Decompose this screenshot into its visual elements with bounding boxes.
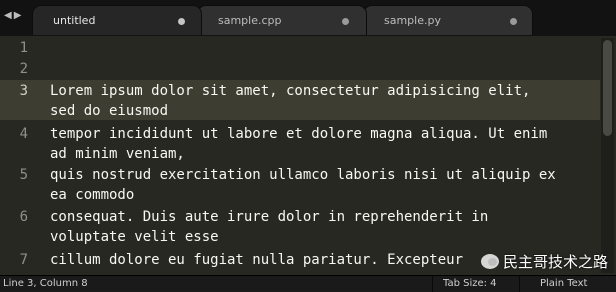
code-line[interactable]: tempor incididunt ut labore et dolore ma… (50, 125, 547, 143)
syntax-selector[interactable]: Plain Text (540, 278, 587, 289)
status-divider (519, 276, 520, 292)
tab-sample-cpp[interactable]: sample.cpp (197, 5, 367, 35)
watermark: 民主哥技术之路 (481, 250, 608, 272)
code-line-wrap[interactable]: ad minim veniam, (50, 145, 185, 163)
code-line[interactable]: consequat. Duis aute irure dolor in repr… (50, 208, 488, 226)
status-divider (432, 276, 433, 292)
tab-navigation[interactable]: ◀▶ (4, 10, 23, 21)
line-number: 1 (19, 40, 28, 56)
line-number: 4 (19, 126, 28, 142)
code-line-wrap[interactable]: ea commodo (50, 186, 134, 204)
watermark-text: 民主哥技术之路 (503, 252, 609, 271)
line-number: 7 (19, 252, 28, 268)
line-number: 2 (19, 61, 28, 77)
unsaved-dot-icon[interactable] (510, 18, 517, 25)
tab-label: sample.py (384, 14, 441, 27)
code-line-wrap[interactable]: voluptate velit esse (50, 228, 219, 246)
scrollbar-thumb[interactable] (603, 40, 612, 136)
code-line[interactable]: quis nostrud exercitation ullamco labori… (50, 166, 556, 184)
tab-bar: ◀▶ sample.py sample.cpp untitled (0, 0, 616, 36)
code-line[interactable]: Lorem ipsum dolor sit amet, consectetur … (50, 82, 530, 100)
unsaved-dot-icon[interactable] (342, 18, 349, 25)
tab-label: untitled (53, 14, 96, 27)
tab-label: sample.cpp (218, 14, 282, 27)
status-bar: Line 3, Column 8 Tab Size: 4 Plain Text (0, 275, 616, 292)
tab-size-selector[interactable]: Tab Size: 4 (443, 278, 497, 289)
tab-sample-py[interactable]: sample.py (363, 5, 533, 35)
code-line[interactable]: cillum dolore eu fugiat nulla pariatur. … (50, 251, 463, 269)
line-number: 6 (19, 209, 28, 225)
line-number-current: 3 (19, 83, 28, 99)
line-number: 5 (19, 167, 28, 183)
editor-area[interactable]: 1 2 3 4 5 6 7 Lorem ipsum dolor sit amet… (0, 36, 616, 275)
wechat-icon (481, 253, 499, 269)
cursor-position: Line 3, Column 8 (3, 278, 88, 289)
tab-untitled[interactable]: untitled (32, 5, 202, 35)
forward-arrow-icon[interactable]: ▶ (14, 10, 24, 21)
unsaved-dot-icon[interactable] (178, 18, 185, 25)
code-line-wrap[interactable]: sed do eiusmod (50, 102, 168, 120)
back-arrow-icon[interactable]: ◀ (4, 10, 14, 21)
